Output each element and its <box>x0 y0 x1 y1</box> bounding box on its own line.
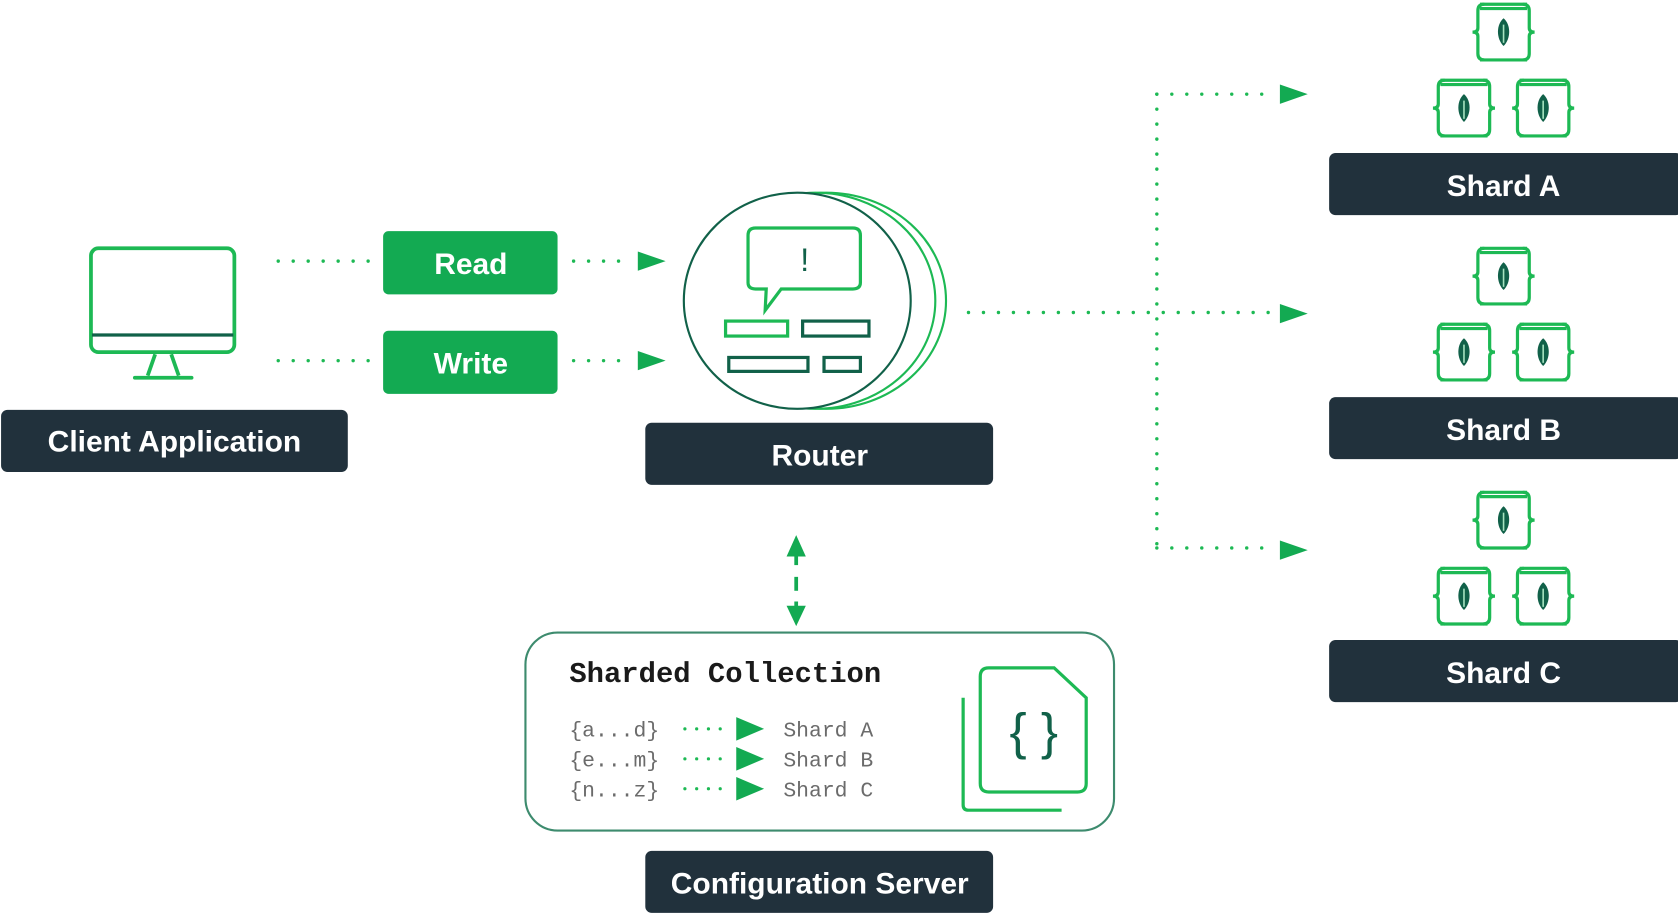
router: ! Router <box>645 191 994 485</box>
sharded-collection-title: Sharded Collection <box>569 658 881 691</box>
configuration-server-label: Configuration Server <box>645 850 994 913</box>
arrow-shard-b <box>1279 303 1308 324</box>
database-leaf-icon <box>1431 566 1497 626</box>
shard-a-label: Shard A <box>1447 170 1561 203</box>
arrow-shard-a <box>1279 84 1308 104</box>
json-braces-glyph: { } <box>1009 703 1058 760</box>
configuration-server: Sharded Collection {a...d} Shard A {e...… <box>524 631 1116 913</box>
mapping-target: Shard C <box>783 779 873 803</box>
mapping-range: {e...m} <box>569 749 659 773</box>
mapping-target: Shard A <box>783 719 873 743</box>
mapping-range: {n...z} <box>569 779 659 803</box>
database-leaf-icon <box>1470 2 1537 62</box>
database-leaf-icon <box>1431 322 1497 382</box>
sharded-cluster-diagram: Client Application Read Write ! Router S… <box>1 2 1678 913</box>
shard-c-label: Shard C <box>1446 657 1561 690</box>
shard-connectors <box>966 84 1308 560</box>
database-leaf-icon <box>1510 566 1576 626</box>
write-operation-badge: Write <box>383 330 558 394</box>
router-label: Router <box>645 422 994 485</box>
alert-glyph: ! <box>800 242 809 278</box>
read-label: Read <box>434 248 507 281</box>
database-leaf-icon <box>1470 490 1537 550</box>
client-application-label: Client Application <box>1 409 348 472</box>
shard-b-label: Shard B <box>1446 414 1561 447</box>
router-alert-icon: ! <box>682 191 948 410</box>
client-application: Client Application <box>1 246 348 472</box>
database-leaf-icon <box>1431 78 1497 138</box>
shard-c: Shard C <box>1329 490 1678 703</box>
router-config-connector <box>786 535 806 627</box>
mapping-target: Shard B <box>783 749 873 773</box>
shard-b: Shard B <box>1329 246 1678 460</box>
database-leaf-icon <box>1470 246 1537 306</box>
database-leaf-icon <box>1510 322 1576 382</box>
read-operation-badge: Read <box>383 231 558 295</box>
router-label-text: Router <box>771 440 868 473</box>
arrow-shard-c <box>1279 540 1308 560</box>
write-label: Write <box>434 348 508 381</box>
database-leaf-icon <box>1510 78 1576 138</box>
configuration-server-label-text: Configuration Server <box>671 868 969 901</box>
client-application-label-text: Client Application <box>48 426 301 459</box>
shard-a: Shard A <box>1329 2 1678 216</box>
mapping-range: {a...d} <box>569 719 659 743</box>
monitor-icon <box>89 246 237 380</box>
